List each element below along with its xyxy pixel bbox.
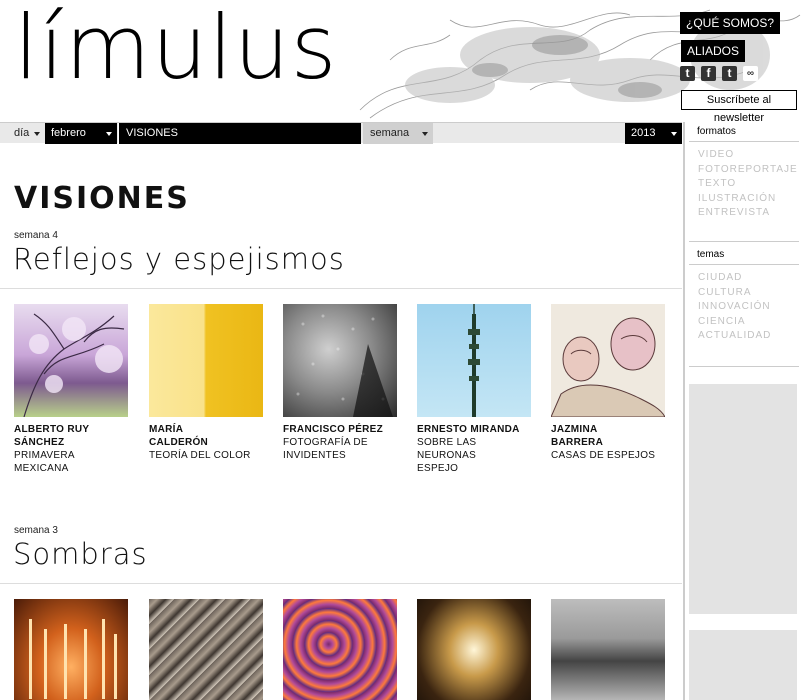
work-line: TEORÍA DEL COLOR [149, 450, 251, 461]
month-dropdown[interactable]: febrero [45, 123, 117, 144]
social-links: t f t ∞ [680, 66, 758, 81]
column-divider [683, 122, 685, 700]
work-line: PRIMAVERA MEXICANA [14, 450, 75, 474]
about-button[interactable]: ¿QUÉ SOMOS? [680, 12, 781, 34]
site-header: límulus ¿QUÉ SOMOS? ALIADOS t f t ∞ Susc… [0, 0, 806, 122]
divider [0, 583, 682, 584]
topic-item-science[interactable]: CIENCIA [698, 315, 799, 330]
author-line: SÁNCHEZ [14, 437, 65, 448]
author-line: CALDERÓN [149, 437, 209, 448]
topics-list: CIUDAD CULTURA INNOVACIÓN CIENCIA ACTUAL… [689, 265, 799, 344]
author-line: BARRERA [551, 437, 604, 448]
article-thumbnail[interactable] [149, 304, 263, 417]
day-dropdown-label: día [14, 127, 30, 139]
work-title: SOBRE LAS NEURONAS ESPEJO [417, 436, 531, 475]
article-card[interactable]: JAZMINA BARRERA CASAS DE ESPEJOS [551, 304, 665, 462]
work-line: ESPEJO [417, 463, 459, 474]
divider [689, 365, 799, 367]
article-card[interactable] [14, 599, 128, 700]
author-line: JAZMINA [551, 424, 598, 435]
article-card[interactable] [149, 599, 263, 700]
article-card[interactable] [551, 599, 665, 700]
author-line: MARÍA [149, 424, 184, 435]
main-content: VISIONES semana 4 Reflejos y espejismos … [0, 143, 682, 700]
divider [689, 240, 799, 242]
article-thumbnail[interactable] [283, 599, 397, 700]
author-line: FRANCISCO PÉREZ [283, 424, 384, 435]
article-thumbnail[interactable] [417, 304, 531, 417]
work-line: SOBRE LAS NEURONAS [417, 437, 477, 461]
work-title: FOTOGRAFÍA DE INVIDENTES [283, 436, 397, 462]
author-name: ERNESTO MIRANDA [417, 423, 531, 436]
article-card[interactable]: MARÍA CALDERÓN TEORÍA DEL COLOR [149, 304, 263, 462]
year-dropdown[interactable]: 2013 [625, 123, 682, 144]
week-label: semana 3 [14, 525, 58, 536]
article-card[interactable] [417, 599, 531, 700]
work-line: INVIDENTES [283, 450, 347, 461]
work-line: CASAS DE ESPEJOS [551, 450, 656, 461]
week-title[interactable]: Sombras [13, 537, 148, 571]
work-line: FOTOGRAFÍA DE [283, 437, 368, 448]
week-dropdown[interactable]: semana [363, 123, 433, 144]
tumblr-icon[interactable]: t [722, 66, 737, 81]
divider [0, 288, 682, 289]
author-name: FRANCISCO PÉREZ [283, 423, 397, 436]
format-item-photo-report[interactable]: FOTOREPORTAJE [698, 163, 799, 178]
format-item-illustration[interactable]: ILUSTRACIÓN [698, 192, 799, 207]
article-thumbnail[interactable] [551, 304, 665, 417]
article-card[interactable] [283, 599, 397, 700]
topics-heading: temas [689, 245, 799, 265]
week-dropdown-label: semana [370, 127, 410, 139]
day-dropdown[interactable]: día [0, 123, 45, 144]
article-thumbnail[interactable] [283, 304, 397, 417]
format-item-video[interactable]: VIDEO [698, 148, 799, 163]
author-line: ERNESTO MIRANDA [417, 424, 520, 435]
section-selector[interactable]: VISIONES [118, 123, 361, 144]
article-thumbnail[interactable] [417, 599, 531, 700]
format-item-interview[interactable]: ENTREVISTA [698, 206, 799, 221]
week-title[interactable]: Reflejos y espejismos [13, 242, 345, 276]
topic-item-news[interactable]: ACTUALIDAD [698, 329, 799, 344]
format-item-text[interactable]: TEXTO [698, 177, 799, 192]
newsletter-button[interactable]: Suscríbete al newsletter [681, 90, 797, 122]
article-thumbnail[interactable] [149, 599, 263, 700]
article-card[interactable]: FRANCISCO PÉREZ FOTOGRAFÍA DE INVIDENTES [283, 304, 397, 462]
site-logo[interactable]: límulus [14, 4, 337, 92]
article-thumbnail[interactable] [14, 304, 128, 417]
author-line: ALBERTO RUY [14, 424, 90, 435]
article-thumbnail[interactable] [551, 599, 665, 700]
topic-item-culture[interactable]: CULTURA [698, 286, 799, 301]
work-title: CASAS DE ESPEJOS [551, 449, 665, 462]
formats-list: VIDEO FOTOREPORTAJE TEXTO ILUSTRACIÓN EN… [689, 142, 799, 221]
page-title: VISIONES [14, 181, 190, 216]
year-dropdown-label: 2013 [631, 127, 656, 139]
month-dropdown-label: febrero [51, 127, 86, 139]
twitter-icon[interactable]: t [680, 66, 695, 81]
ad-placeholder [689, 630, 797, 700]
allies-button[interactable]: ALIADOS [681, 40, 746, 62]
work-title: TEORÍA DEL COLOR [149, 449, 263, 462]
topic-item-city[interactable]: CIUDAD [698, 271, 799, 286]
work-title: PRIMAVERA MEXICANA [14, 449, 128, 475]
facebook-icon[interactable]: f [701, 66, 716, 81]
filter-bar: día febrero VISIONES semana 2013 [0, 122, 682, 144]
author-name: ALBERTO RUY SÁNCHEZ [14, 423, 128, 449]
article-card[interactable]: ALBERTO RUY SÁNCHEZ PRIMAVERA MEXICANA [14, 304, 128, 475]
author-name: MARÍA CALDERÓN [149, 423, 263, 449]
flickr-icon[interactable]: ∞ [743, 66, 758, 81]
formats-heading: formatos [689, 122, 799, 142]
week-label: semana 4 [14, 230, 58, 241]
author-name: JAZMINA BARRERA [551, 423, 665, 449]
ad-placeholder [689, 384, 797, 614]
section-label: VISIONES [126, 127, 178, 139]
article-thumbnail[interactable] [14, 599, 128, 700]
article-card[interactable]: ERNESTO MIRANDA SOBRE LAS NEURONAS ESPEJO [417, 304, 531, 475]
topic-item-innovation[interactable]: INNOVACIÓN [698, 300, 799, 315]
